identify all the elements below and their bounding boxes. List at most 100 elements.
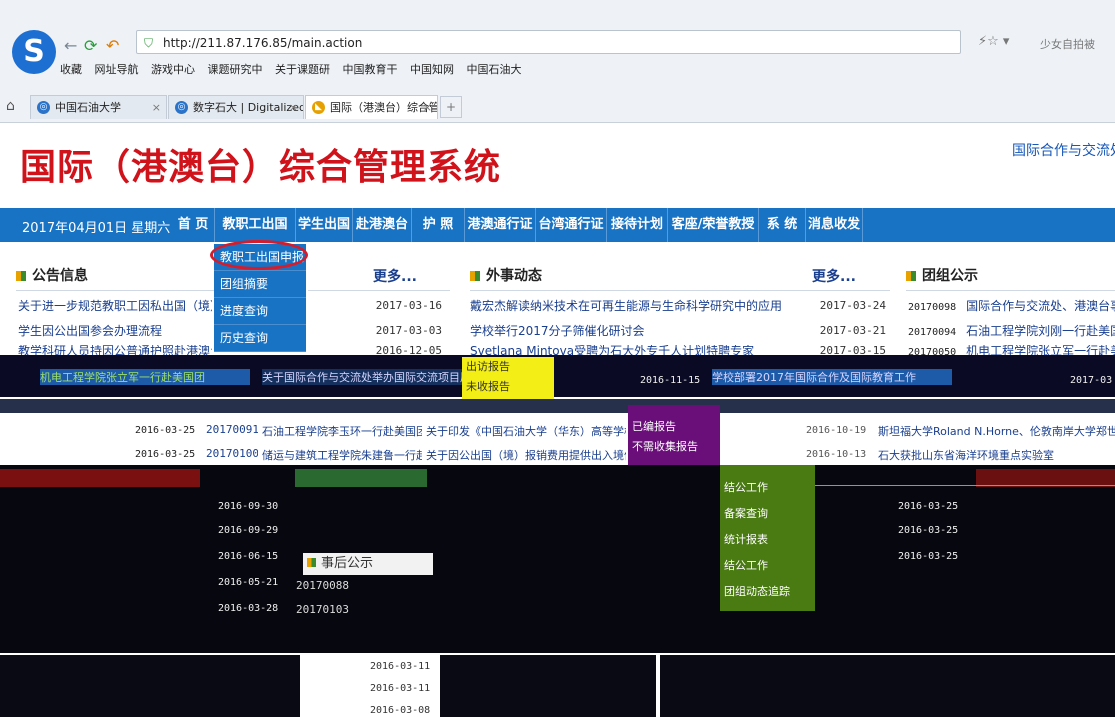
site-icon: ◎ — [175, 101, 188, 114]
bookmark-item[interactable]: 游戏中心 — [151, 63, 195, 76]
menu-item-report[interactable]: 出访报告 — [462, 357, 554, 377]
list-item[interactable]: 学校举行2017分子筛催化研讨会 2017-03-21 — [470, 320, 886, 342]
home-icon[interactable]: ⌂ — [6, 98, 15, 114]
list-item[interactable]: 20170094 石油工程学院刘刚一行赴美国团 — [908, 320, 1115, 342]
glitch-text: 斯坦福大学Roland N.Horne、伦敦南岸大学郑世毅来访 — [878, 425, 1115, 438]
new-tab-button[interactable]: + — [440, 96, 462, 118]
bookmark-item[interactable]: 收藏 — [60, 63, 82, 76]
glitch-date: 2016-09-30 — [218, 501, 279, 512]
panel-icon — [906, 271, 916, 281]
glitch-text: 储运与建筑工程学院朱建鲁一行赴美国团 — [262, 449, 422, 462]
glitch-text: 石大获批山东省海洋环境重点实验室 — [878, 449, 1054, 462]
item-title: 戴宏杰解读纳米技术在可再生能源与生命科学研究中的应用 — [470, 299, 783, 313]
glitch-date: 2016-09-29 — [218, 525, 279, 536]
foreign-title: 外事动态 — [486, 268, 542, 284]
nav-messages[interactable]: 消息收发 — [806, 208, 863, 242]
nav-hk-permit[interactable]: 港澳通行证 — [465, 208, 536, 242]
tab-label: 数字石大 | Digitalized — [193, 101, 304, 114]
group-title: 团组公示 — [922, 268, 978, 284]
browser-logo-icon[interactable]: S — [12, 30, 56, 74]
menu-item-track[interactable]: 团组动态追踪 — [720, 579, 815, 605]
group-code: 20170091 — [206, 423, 258, 436]
nav-home[interactable]: 首 页 — [172, 208, 215, 242]
nav-hk-macau-tw[interactable]: 赴港澳台 — [353, 208, 412, 242]
menu-item-statistics[interactable]: 统计报表 — [720, 527, 815, 553]
list-item[interactable]: 关于进一步规范教职工因私出国（境）审批程序的通知 — [18, 295, 212, 317]
tab-upc[interactable]: ◎ 中国石油大学 × — [30, 95, 167, 119]
menu-item-progress[interactable]: 进度查询 — [214, 298, 306, 325]
address-bar[interactable]: ⛉ http://211.87.176.85/main.action — [136, 30, 961, 54]
undo-icon[interactable]: ↶ — [106, 36, 119, 55]
group-code: 20170103 — [296, 603, 349, 616]
close-icon[interactable]: × — [152, 96, 161, 119]
announce-more-link[interactable]: 更多... — [373, 266, 417, 286]
org-link[interactable]: 国际合作与交流处、 — [1012, 140, 1115, 160]
glitch-date: 2016-03-08 — [370, 705, 431, 716]
browser-chrome: S ← ⟳ ↶ ⛉ http://211.87.176.85/main.acti… — [0, 0, 1115, 123]
close-icon[interactable]: × — [423, 96, 432, 119]
glitch-band — [0, 399, 1115, 413]
glitch-text: 关于国际合作与交流处举办国际交流项目展的通知 — [262, 371, 462, 384]
menu-item-group-summary[interactable]: 团组摘要 — [214, 271, 306, 298]
close-icon[interactable]: × — [289, 96, 298, 119]
bookmark-bar: 收藏 网址导航 游戏中心 课题研究中 关于课题研 中国教育干 中国知网 中国石油… — [60, 61, 531, 81]
menu-item-no-collect[interactable]: 不需收集报告 — [628, 437, 720, 457]
list-item[interactable]: 学生因公出国参会办理流程 — [18, 320, 212, 342]
list-item[interactable]: 20170098 国际合作与交流处、港澳台事务办公室赴 — [908, 295, 1115, 317]
announce-header: 公告信息 — [16, 262, 214, 291]
glitch-bar — [295, 469, 427, 487]
search-hint[interactable]: 少女自拍被 — [1040, 36, 1095, 52]
list-item[interactable]: 戴宏杰解读纳米技术在可再生能源与生命科学研究中的应用 2017-03-24 — [470, 295, 886, 317]
glitch-date: 2016-03-25 — [898, 551, 959, 562]
glitch-text: 石油工程学院李玉环一行赴美国团 — [262, 425, 422, 438]
glitch-block — [660, 655, 1115, 717]
glitch-bar — [0, 469, 200, 487]
bookmark-item[interactable]: 中国石油大 — [467, 63, 522, 76]
group-code: 20170100 — [206, 447, 258, 460]
menu-item-record-query[interactable]: 备案查询 — [720, 501, 815, 527]
menu-item-finish[interactable]: 结公工作 — [720, 475, 815, 501]
menu-item-finish-2[interactable]: 结公工作 — [720, 553, 815, 579]
nav-guest-prof[interactable]: 客座/荣誉教授 — [668, 208, 759, 242]
nav-reception[interactable]: 接待计划 — [607, 208, 668, 242]
back-icon[interactable]: ← — [64, 36, 77, 55]
bookmark-item[interactable]: 网址导航 — [95, 63, 139, 76]
nav-system[interactable]: 系 统 — [759, 208, 806, 242]
announce-title: 公告信息 — [32, 268, 88, 284]
foreign-more-link[interactable]: 更多... — [812, 266, 856, 286]
bookmark-item[interactable]: 课题研究中 — [208, 63, 263, 76]
green-menu: 结公工作 备案查询 统计报表 结公工作 团组动态追踪 — [720, 465, 815, 611]
menu-item-history[interactable]: 历史查询 — [214, 325, 306, 352]
menu-item-unreceived[interactable]: 未收报告 — [462, 377, 554, 397]
list-item-date-row: 2017-03-03 — [310, 320, 442, 342]
nav-passport[interactable]: 护 照 — [412, 208, 465, 242]
bookmark-item[interactable]: 中国知网 — [410, 63, 454, 76]
star-icon[interactable]: ⚡☆ ▾ — [978, 34, 1009, 49]
secure-shield-icon: ⛉ — [144, 36, 154, 50]
nav-tw-permit[interactable]: 台湾通行证 — [536, 208, 607, 242]
glitch-date: 2016-05-21 — [218, 577, 279, 588]
nav-staff-abroad[interactable]: 教职工出国 — [215, 208, 296, 242]
purple-menu: 已编报告 不需收集报告 — [628, 405, 720, 467]
main-nav: 2017年04月01日 星期六 首 页 教职工出国 学生出国 赴港澳台 护 照 … — [0, 208, 1115, 242]
refresh-icon[interactable]: ⟳ — [84, 36, 97, 55]
glitch-date: 2016-03-25 — [135, 449, 196, 460]
glitch-row: 学校部署2017年国际合作及国际教育工作 — [712, 369, 952, 385]
item-title: 关于进一步规范教职工因私出国（境）审批程序的通知 — [18, 299, 212, 313]
glitch-date: 2016-03-28 — [218, 603, 279, 614]
address-text: http://211.87.176.85/main.action — [163, 36, 363, 50]
menu-item-compiled[interactable]: 已编报告 — [628, 417, 720, 437]
glitch-date: 2017-03 — [1070, 375, 1113, 386]
glitch-row: 关于国际合作与交流处举办国际交流项目展的通知 — [262, 369, 462, 385]
bookmark-item[interactable]: 关于课题研 — [275, 63, 330, 76]
item-date: 2017-03-16 — [375, 299, 442, 312]
nav-student-abroad[interactable]: 学生出国 — [296, 208, 353, 242]
tab-digital[interactable]: ◎ 数字石大 | Digitalized × — [168, 95, 304, 119]
glitch-block — [440, 655, 656, 717]
glitch-date: 2016-11-15 — [640, 375, 701, 386]
tab-intl[interactable]: ◣ 国际（港澳台）综合管理 × — [305, 95, 438, 119]
glitch-text: 学校部署2017年国际合作及国际教育工作 — [712, 371, 916, 384]
glitch-row: 机电工程学院张立军一行赴美国团 — [40, 369, 250, 385]
group-code: 20170088 — [296, 579, 349, 592]
bookmark-item[interactable]: 中国教育干 — [343, 63, 398, 76]
